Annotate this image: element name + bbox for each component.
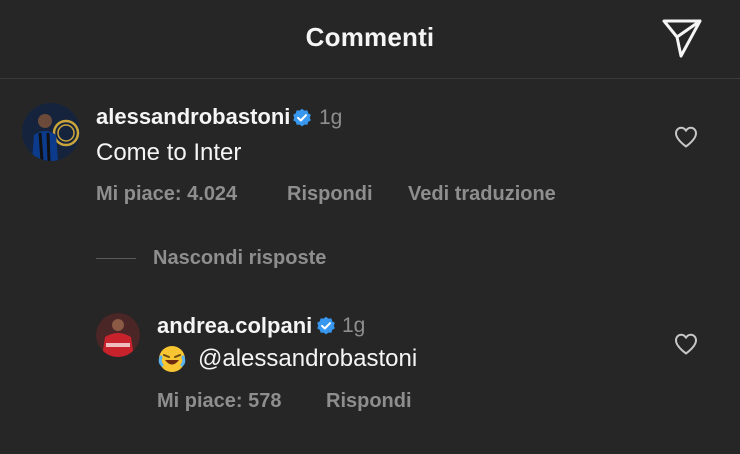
paper-plane-icon xyxy=(662,19,702,58)
comment-time: 1g xyxy=(319,106,343,129)
comment-text: Come to Inter xyxy=(96,139,242,166)
heart-outline-icon[interactable] xyxy=(674,126,698,148)
avatar[interactable] xyxy=(22,103,80,161)
reply-avatar[interactable] xyxy=(96,313,140,357)
laughing-emoji-icon xyxy=(158,346,186,372)
verified-badge-icon xyxy=(317,316,335,335)
page-title: Commenti xyxy=(305,22,435,52)
comments-header: Commenti xyxy=(0,0,740,79)
reply-likes-count[interactable]: Mi piace: 578 xyxy=(157,390,282,413)
hide-replies-button[interactable]: Nascondi risposte xyxy=(153,247,326,270)
send-button[interactable] xyxy=(660,18,704,58)
user-photo-avatar xyxy=(22,103,80,161)
heart-outline-icon[interactable] xyxy=(674,333,698,355)
comment-username[interactable]: alessandrobastoni xyxy=(96,104,290,130)
comment-likes-count[interactable]: Mi piace: 4.024 xyxy=(96,183,237,206)
reply-time: 1g xyxy=(342,314,366,337)
reply-reply-button[interactable]: Rispondi xyxy=(326,390,412,413)
reply-username[interactable]: andrea.colpani xyxy=(157,313,312,339)
replies-divider xyxy=(96,258,136,259)
user-photo-avatar xyxy=(96,313,140,357)
mention-link[interactable]: @alessandrobastoni xyxy=(198,345,417,373)
see-translation-button[interactable]: Vedi traduzione xyxy=(408,183,556,206)
comment-reply-button[interactable]: Rispondi xyxy=(287,183,373,206)
verified-badge-icon xyxy=(293,108,311,127)
